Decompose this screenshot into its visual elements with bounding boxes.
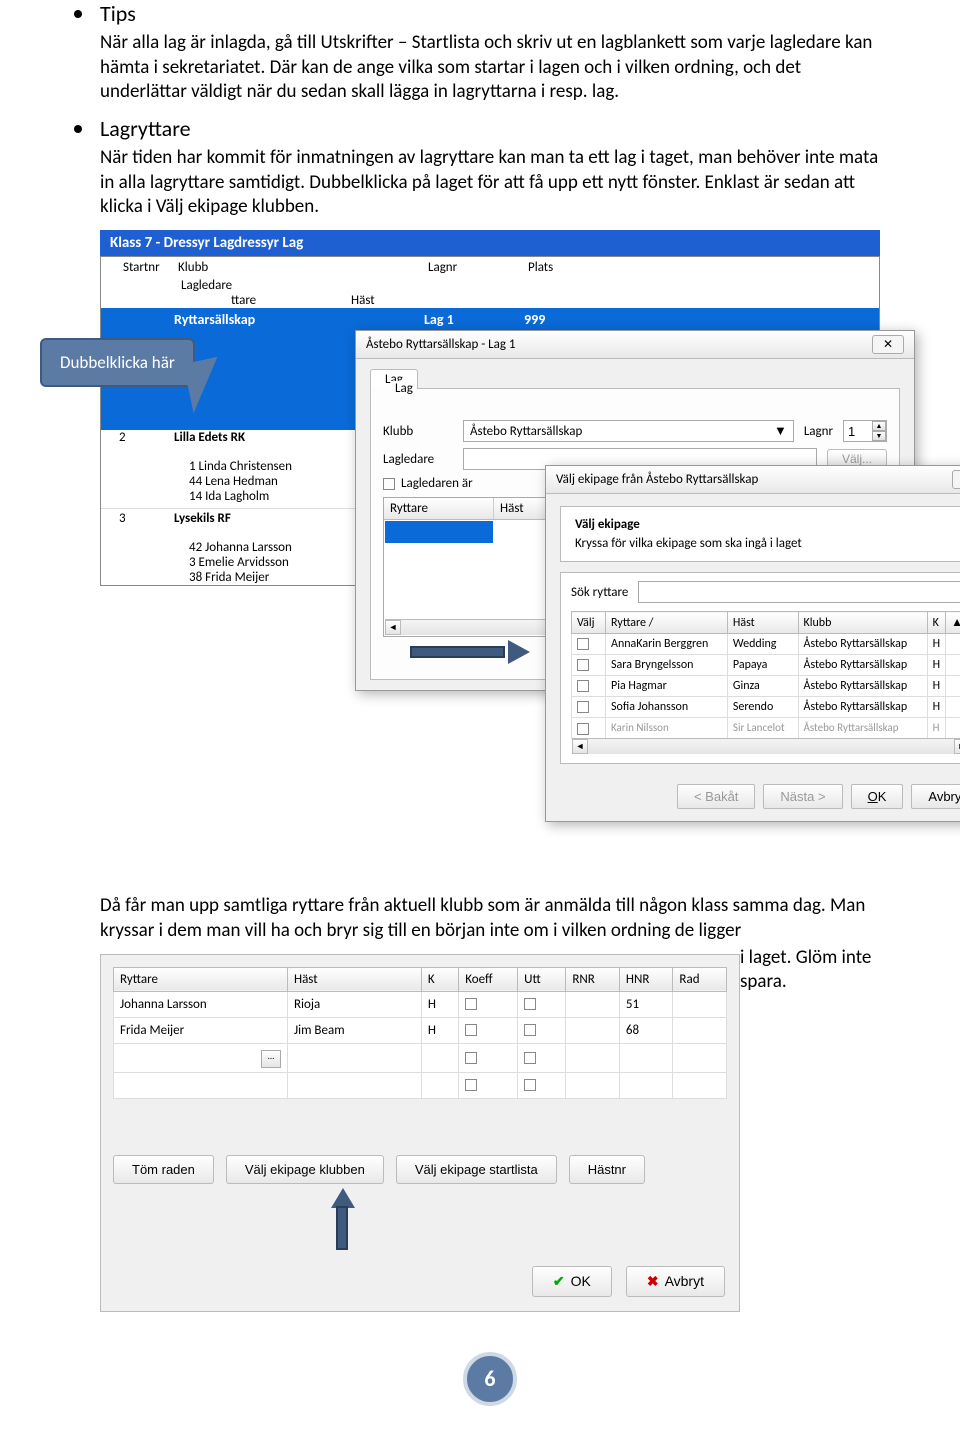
klubb-dropdown[interactable]: Åstebo Ryttarsällskap ▼ bbox=[463, 420, 794, 442]
valj-ekipage-klubben-button[interactable]: Välj ekipage klubben bbox=[226, 1155, 384, 1184]
col-lagnr: Lagnr bbox=[424, 257, 524, 278]
close-icon[interactable]: ✕ bbox=[872, 335, 904, 354]
info-panel: Välj ekipage Kryssa för vilka ekipage so… bbox=[560, 506, 960, 562]
col-klubb: Klubb bbox=[174, 257, 424, 278]
koeff-checkbox[interactable] bbox=[465, 1024, 477, 1036]
tips-paragraph: När alla lag är inlagda, gå till Utskrif… bbox=[100, 31, 880, 105]
callout-up-arrow bbox=[331, 1188, 353, 1250]
cell-picker-button[interactable]: ... bbox=[261, 1050, 281, 1068]
paragraph-2: Då får man upp samtliga ryttare från akt… bbox=[100, 894, 880, 943]
utt-checkbox[interactable] bbox=[524, 1079, 536, 1091]
koeff-checkbox[interactable] bbox=[465, 998, 477, 1010]
page-number-badge: 6 bbox=[463, 1352, 517, 1406]
utt-checkbox[interactable] bbox=[524, 1024, 536, 1036]
row-checkbox[interactable] bbox=[577, 701, 589, 713]
tom-raden-button[interactable]: Töm raden bbox=[113, 1155, 214, 1184]
koeff-checkbox[interactable] bbox=[465, 1079, 477, 1091]
koeff-checkbox[interactable] bbox=[465, 1052, 477, 1064]
col-ryttare: ttare bbox=[231, 293, 351, 308]
x-icon: ✖ bbox=[647, 1273, 659, 1290]
scrollbar[interactable]: ◄► bbox=[572, 738, 960, 754]
col-lagledare: Lagledare bbox=[181, 278, 232, 293]
table-row[interactable]: ... bbox=[114, 1043, 727, 1072]
bullet bbox=[74, 10, 82, 18]
bullet bbox=[74, 125, 82, 133]
table-row[interactable]: Sara BryngelssonPapayaÅstebo Ryttarsälls… bbox=[572, 655, 960, 676]
col-startnr: Startnr bbox=[119, 257, 174, 278]
ok-button[interactable]: OK bbox=[851, 784, 904, 809]
row-checkbox[interactable] bbox=[577, 659, 589, 671]
table-row[interactable] bbox=[114, 1072, 727, 1098]
cancel-button[interactable]: Avbryt bbox=[911, 784, 960, 809]
callout-arrow bbox=[410, 640, 530, 664]
row-checkbox[interactable] bbox=[577, 723, 589, 735]
chevron-down-icon: ▼ bbox=[774, 423, 787, 439]
selected-row[interactable]: Ryttarsällskap Lag 1 999 bbox=[101, 308, 879, 330]
check-icon: ✔ bbox=[553, 1273, 565, 1290]
table-row[interactable]: Karin NilssonSir LancelotÅstebo Ryttarsä… bbox=[572, 718, 960, 738]
lagryttare-heading: Lagryttare bbox=[100, 115, 191, 142]
float-text: i laget. Glöm inte spara. bbox=[740, 946, 880, 995]
row-checkbox[interactable] bbox=[577, 638, 589, 650]
next-button[interactable]: Nästa > bbox=[763, 784, 842, 809]
utt-checkbox[interactable] bbox=[524, 998, 536, 1010]
table-row[interactable]: Pia HagmarGinzaÅstebo RyttarsällskapH bbox=[572, 676, 960, 697]
col-hast: Häst bbox=[351, 293, 375, 308]
tips-heading: Tips bbox=[100, 0, 136, 27]
team-dialog-title: Åstebo Ryttarsällskap - Lag 1 bbox=[366, 337, 516, 352]
callout-text: Dubbelklicka här bbox=[60, 352, 175, 373]
dialog-title: Välj ekipage från Åstebo Ryttarsällskap bbox=[556, 472, 758, 487]
row-checkbox[interactable] bbox=[577, 680, 589, 692]
ok-button[interactable]: ✔OK bbox=[532, 1266, 612, 1297]
ryttare-edit-table: Ryttare Häst K Koeff Utt RNR HNR Rad Joh… bbox=[113, 967, 727, 1099]
callout-bubble: Dubbelklicka här bbox=[40, 338, 195, 387]
lagnr-spinner[interactable]: ▲▼ bbox=[843, 420, 887, 442]
col-plats: Plats bbox=[524, 257, 584, 278]
lagryttare-paragraph: När tiden har kommit för inmatningen av … bbox=[100, 146, 880, 220]
table-row[interactable]: Frida MeijerJim BeamH 68 bbox=[114, 1017, 727, 1043]
valj-ekipage-startlista-button[interactable]: Välj ekipage startlista bbox=[396, 1155, 557, 1184]
back-button[interactable]: < Bakåt bbox=[677, 784, 755, 809]
table-selected-cell[interactable] bbox=[385, 521, 493, 543]
screenshot-1: Dubbelklicka här Klass 7 - Dressyr Lagdr… bbox=[100, 230, 880, 870]
valj-ekipage-dialog: Välj ekipage från Åstebo Ryttarsällskap … bbox=[545, 465, 960, 821]
screenshot-2: Ryttare Häst K Koeff Utt RNR HNR Rad Joh… bbox=[100, 954, 740, 1312]
utt-checkbox[interactable] bbox=[524, 1052, 536, 1064]
search-input[interactable] bbox=[638, 581, 960, 603]
window-title: Klass 7 - Dressyr Lagdressyr Lag bbox=[100, 230, 880, 256]
close-icon[interactable]: ✕ bbox=[952, 470, 960, 489]
ekipage-table: Välj Ryttare / Häst Klubb K ▲ AnnaKarin … bbox=[571, 611, 960, 738]
table-row[interactable]: Johanna LarssonRiojaH 51 bbox=[114, 991, 727, 1017]
table-row[interactable]: AnnaKarin BerggrenWeddingÅstebo Ryttarsä… bbox=[572, 634, 960, 655]
hastnr-button[interactable]: Hästnr bbox=[569, 1155, 645, 1184]
lagledaren-checkbox[interactable] bbox=[383, 478, 395, 490]
table-row[interactable]: Sofia JohanssonSerendoÅstebo Ryttarsälls… bbox=[572, 697, 960, 718]
cancel-button[interactable]: ✖Avbryt bbox=[626, 1266, 725, 1297]
